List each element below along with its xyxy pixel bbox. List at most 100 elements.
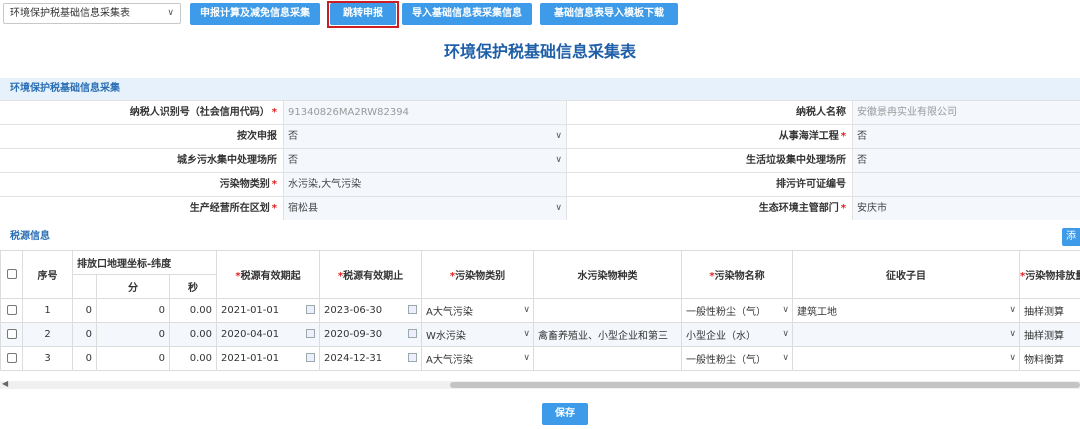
row-checkbox[interactable] <box>6 329 17 339</box>
deg-input[interactable]: 0 <box>72 298 97 323</box>
required-mark: * <box>271 203 277 214</box>
calendar-icon[interactable] <box>408 353 418 362</box>
pname-select[interactable]: 一般性粉尘（气） ∨ <box>681 346 794 371</box>
col-ptype: 污染物类别 <box>455 271 506 282</box>
item-select[interactable]: ∨ <box>792 322 1021 347</box>
scrollbar-thumb[interactable] <box>450 382 1080 388</box>
col-start: 税源有效期起 <box>240 271 301 282</box>
form-type-select[interactable]: 环境保护税基础信息采集表 ∨ <box>3 3 181 24</box>
form-row: 生产经营所在区划 * 宿松县 ∨ 生态环境主管部门 * 安庆市 <box>0 196 1080 220</box>
sewage-select[interactable]: 否 ∨ <box>283 149 566 172</box>
ptype-select[interactable]: A大气污染 ∨ <box>421 298 535 323</box>
calendar-icon[interactable] <box>306 305 316 314</box>
row-index: 1 <box>22 298 73 323</box>
deg-input[interactable]: 0 <box>72 346 97 371</box>
end-date-input[interactable]: 2024-12-31 <box>319 346 423 371</box>
chevron-down-icon: ∨ <box>555 155 562 165</box>
pname-value: 一般性粉尘（气） <box>686 355 767 366</box>
sec-input[interactable]: 0.00 <box>168 346 218 371</box>
basic-info-form: 纳税人识别号（社会信用代码） * 91340826MA2RW82394 纳税人名称… <box>0 100 1080 220</box>
col-method: 污染物排放量 <box>1025 271 1080 282</box>
chevron-down-icon: ∨ <box>782 329 790 339</box>
start-date-value: 2021-01-01 <box>221 305 280 316</box>
district-value: 宿松县 <box>288 203 318 214</box>
taxpayer-name-field: 安徽景冉实业有限公司 <box>852 101 1080 124</box>
item-value: 建筑工地 <box>797 307 838 318</box>
add-button[interactable]: 添 <box>1062 228 1080 246</box>
pname-select[interactable]: 一般性粉尘（气） ∨ <box>681 298 794 323</box>
pname-value: 小型企业（水） <box>686 331 757 342</box>
required-mark: * <box>840 131 846 142</box>
col-coord: 排放口地理坐标-纬度 <box>71 250 218 275</box>
water-select[interactable] <box>533 346 683 371</box>
min-input[interactable]: 0 <box>96 346 170 371</box>
import-basic-info-button[interactable]: 导入基础信息表采集信息 <box>402 3 532 25</box>
required-mark: * <box>840 203 846 214</box>
taxpayer-id-field: 91340826MA2RW82394 <box>283 101 566 124</box>
taxpayer-name-label: 纳税人名称 <box>566 101 852 124</box>
pname-select[interactable]: 小型企业（水） ∨ <box>681 322 794 347</box>
water-select[interactable] <box>533 298 683 323</box>
horizontal-scrollbar[interactable]: ◀ <box>0 379 1080 389</box>
col-index: 序号 <box>22 250 73 299</box>
method-select[interactable]: 抽样测算 <box>1019 322 1080 347</box>
water-select[interactable]: 禽畜养殖业、小型企业和第三 <box>533 322 683 347</box>
save-button[interactable]: 保存 <box>542 403 588 425</box>
row-checkbox[interactable] <box>6 305 17 315</box>
end-date-value: 2023-06-30 <box>324 305 383 316</box>
table-row: 3 0 0 0.00 2021-01-01 2024-12-31 A大气污染 ∨ … <box>0 346 1080 371</box>
chevron-down-icon: ∨ <box>782 353 790 363</box>
ptype-select[interactable]: A大气污染 ∨ <box>421 346 535 371</box>
chevron-down-icon: ∨ <box>523 353 531 363</box>
min-input[interactable]: 0 <box>96 298 170 323</box>
end-date-input[interactable]: 2023-06-30 <box>319 298 423 323</box>
end-date-input[interactable]: 2020-09-30 <box>319 322 423 347</box>
row-checkbox[interactable] <box>6 353 17 363</box>
section-header-source: 税源信息 <box>0 227 1080 247</box>
calendar-icon[interactable] <box>408 329 418 338</box>
col-sec: 秒 <box>168 274 218 299</box>
sec-input[interactable]: 0.00 <box>168 298 218 323</box>
calc-relief-button[interactable]: 申报计算及减免信息采集 <box>190 3 320 25</box>
start-date-input[interactable]: 2020-04-01 <box>216 322 321 347</box>
col-end: 税源有效期止 <box>343 271 404 282</box>
chevron-down-icon: ∨ <box>555 203 562 213</box>
method-select[interactable]: 物料衡算 <box>1019 346 1080 371</box>
start-date-value: 2021-01-01 <box>221 353 280 364</box>
pname-value: 一般性粉尘（气） <box>686 307 767 318</box>
method-select[interactable]: 抽样测算 <box>1019 298 1080 323</box>
calendar-icon[interactable] <box>306 329 316 338</box>
ptype-select[interactable]: W水污染 ∨ <box>421 322 535 347</box>
template-download-button[interactable]: 基础信息表导入模板下载 <box>540 3 678 25</box>
select-all-checkbox[interactable] <box>6 269 17 279</box>
source-table: 序号 排放口地理坐标-纬度 *税源有效期起 *税源有效期止 *污染物类别 水污染… <box>0 250 1080 371</box>
marine-field: 否 <box>852 125 1080 148</box>
item-select[interactable]: ∨ <box>792 346 1021 371</box>
district-select[interactable]: 宿松县 ∨ <box>283 197 566 220</box>
by-time-label: 按次申报 <box>237 131 277 142</box>
min-input[interactable]: 0 <box>96 322 170 347</box>
sewage-label: 城乡污水集中处理场所 <box>177 155 277 166</box>
toolbar: 环境保护税基础信息采集表 ∨ 申报计算及减免信息采集 跳转申报 导入基础信息表采… <box>0 0 1080 32</box>
calendar-icon[interactable] <box>306 353 316 362</box>
chevron-down-icon: ∨ <box>555 131 562 141</box>
by-time-select[interactable]: 否 ∨ <box>283 125 566 148</box>
garbage-field: 否 <box>852 149 1080 172</box>
form-row: 城乡污水集中处理场所 否 ∨ 生活垃圾集中处理场所 否 <box>0 148 1080 172</box>
highlight-box <box>327 1 399 28</box>
taxpayer-id-label: 纳税人识别号（社会信用代码） <box>129 107 270 118</box>
start-date-input[interactable]: 2021-01-01 <box>216 298 321 323</box>
required-mark: * <box>271 107 277 118</box>
item-select[interactable]: 建筑工地 ∨ <box>792 298 1021 323</box>
pollutant-type-field[interactable]: 水污染,大气污染 <box>283 173 566 196</box>
ptype-value: W水污染 <box>426 331 466 342</box>
eco-label: 生态环境主管部门 <box>758 203 839 214</box>
start-date-input[interactable]: 2021-01-01 <box>216 346 321 371</box>
required-mark: * <box>271 179 277 190</box>
garbage-label: 生活垃圾集中处理场所 <box>566 149 852 172</box>
deg-input[interactable]: 0 <box>72 322 97 347</box>
permit-input[interactable] <box>852 173 1080 196</box>
scroll-left-icon[interactable]: ◀ <box>2 379 8 388</box>
calendar-icon[interactable] <box>408 305 418 314</box>
sec-input[interactable]: 0.00 <box>168 322 218 347</box>
